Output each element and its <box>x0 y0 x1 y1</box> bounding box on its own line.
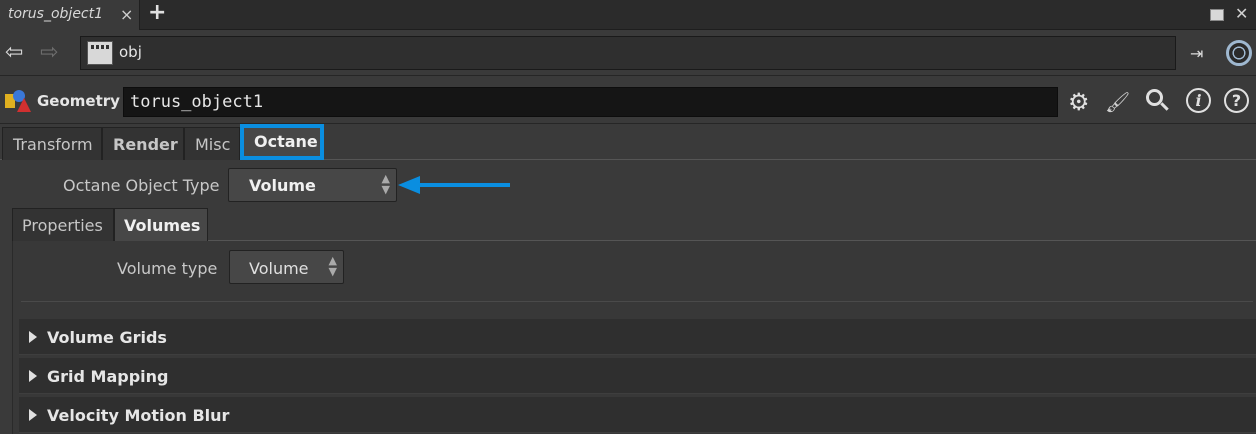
tab-render[interactable]: Render <box>102 127 184 160</box>
updown-arrows-icon: ▲ ▼ <box>328 254 337 278</box>
forward-arrow-icon[interactable]: ⇨ <box>40 40 58 65</box>
octane-object-type-value: Volume <box>249 176 316 195</box>
info-icon[interactable]: i <box>1186 88 1211 113</box>
octane-object-type-select[interactable]: Volume ▲ ▼ <box>228 168 397 202</box>
octane-subtabs: Properties Volumes <box>12 208 1256 241</box>
volume-type-select[interactable]: Volume ▲ ▼ <box>229 250 344 284</box>
tab-octane[interactable]: Octane <box>240 124 324 160</box>
folder-velocity-motion-blur[interactable]: Velocity Motion Blur <box>19 397 1256 433</box>
octane-object-type-label: Octane Object Type <box>63 176 220 195</box>
tab-transform[interactable]: Transform <box>2 127 102 160</box>
tab-title: torus_object1 <box>8 6 104 22</box>
folder-label: Grid Mapping <box>47 367 169 386</box>
editor-tab-bar: torus_object1 × + ✕ <box>0 0 1256 30</box>
path-bar: ⇦ ⇨ obj ▼ ⇥ <box>0 30 1256 76</box>
volumes-panel: Volume type Volume ▲ ▼ Volume Grids Grid … <box>12 241 1256 434</box>
expand-triangle-icon <box>29 331 37 343</box>
annotation-arrow <box>398 176 510 194</box>
path-text: obj <box>119 43 142 61</box>
path-field[interactable]: obj ▼ <box>80 36 1249 70</box>
geometry-node-icon[interactable] <box>5 90 31 114</box>
add-tab-icon[interactable]: + <box>148 0 166 25</box>
divider <box>21 301 1253 302</box>
close-tab-icon[interactable]: × <box>120 5 133 24</box>
expand-triangle-icon <box>29 409 37 421</box>
brush-icon[interactable]: 🖌 <box>1105 90 1130 114</box>
gear-icon[interactable]: ⚙ <box>1068 88 1090 116</box>
tab-misc[interactable]: Misc <box>184 127 240 160</box>
volume-type-label: Volume type <box>117 259 218 278</box>
link-target-icon[interactable] <box>1226 40 1252 66</box>
help-icon[interactable]: ? <box>1224 88 1249 113</box>
folder-volume-grids[interactable]: Volume Grids <box>19 319 1256 355</box>
folder-label: Velocity Motion Blur <box>47 406 230 425</box>
network-clapboard-icon <box>87 41 113 65</box>
search-icon[interactable] <box>1146 89 1169 111</box>
tab-volumes[interactable]: Volumes <box>114 208 208 241</box>
parameter-tabs: Transform Render Misc Octane <box>0 124 1256 160</box>
folder-grid-mapping[interactable]: Grid Mapping <box>19 358 1256 394</box>
folder-label: Volume Grids <box>47 328 167 347</box>
pin-icon[interactable]: ⇥ <box>1190 44 1203 63</box>
tab-torus-object[interactable]: torus_object1 × <box>0 0 140 30</box>
updown-arrows-icon: ▲ ▼ <box>381 172 390 196</box>
node-name-field[interactable]: torus_object1 <box>123 87 1058 117</box>
node-type-label: Geometry <box>37 92 120 110</box>
tab-properties[interactable]: Properties <box>12 208 114 241</box>
expand-triangle-icon <box>29 370 37 382</box>
pane-close-icon[interactable]: ✕ <box>1235 4 1248 23</box>
volume-type-value: Volume <box>249 259 309 278</box>
back-arrow-icon[interactable]: ⇦ <box>5 40 23 65</box>
node-header: Geometry torus_object1 ⚙ 🖌 i ? <box>0 76 1256 124</box>
maximize-icon[interactable] <box>1210 9 1224 21</box>
